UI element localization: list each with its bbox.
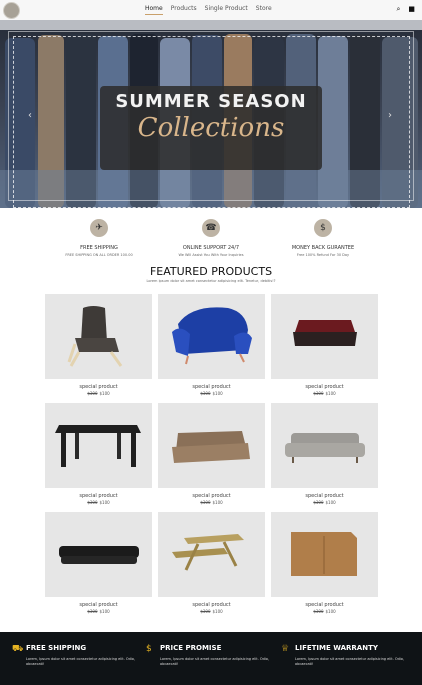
leather-sofa-image: [59, 546, 139, 564]
footer-text: Lorem, Ipsum dolor sit amet consectetur …: [160, 657, 270, 666]
old-price: $300: [87, 500, 98, 505]
chevron-right-icon[interactable]: ›: [388, 110, 392, 121]
product-name: special product: [79, 384, 118, 390]
product-card-grey-sofa[interactable]: [271, 403, 378, 488]
price: $100: [212, 391, 223, 396]
picnic-table-image: [172, 534, 244, 571]
old-price: $300: [313, 391, 324, 396]
price: $100: [99, 391, 110, 396]
product-card-bed[interactable]: [271, 294, 378, 379]
dollar-icon: $: [314, 219, 332, 237]
hero-title: SUMMER SEASON: [115, 91, 307, 112]
top-navbar: Home Products Single Product Store ⌕ ■: [0, 0, 422, 20]
product-card-brown-sofa[interactable]: [158, 403, 265, 488]
armchair-image: [67, 306, 123, 367]
feature-free-shipping: ✈ FREE SHIPPING FREE SHIPPING ON ALL ORD…: [39, 219, 159, 257]
grey-sofa-image: [285, 433, 365, 463]
hero-banner: SUMMER SEASON Collections ‹ ›: [0, 20, 422, 208]
dollar-icon: $: [146, 644, 152, 654]
product-price: $300 $100: [271, 500, 378, 505]
price: $100: [212, 500, 223, 505]
nav-link-products[interactable]: Products: [171, 5, 197, 15]
price: $100: [212, 609, 223, 614]
price: $100: [325, 391, 336, 396]
feature-title: ONLINE SUPPORT 24/7: [182, 245, 240, 251]
old-price: $300: [200, 609, 211, 614]
product-name: special product: [305, 602, 344, 608]
blue-armchair-image: [172, 307, 252, 365]
product-name: special product: [192, 493, 231, 499]
truck-icon: ✈: [90, 219, 108, 237]
product-card-blue-armchair[interactable]: [158, 294, 265, 379]
search-icon[interactable]: ⌕: [396, 5, 400, 14]
product-price: $300 $100: [45, 609, 152, 614]
product-card-table[interactable]: [45, 403, 152, 488]
feature-money-back: $ MONEY BACK GURANTEE Free 100% Refund F…: [263, 219, 383, 257]
feature-text: We Will Assist You With Your Inquiries: [178, 253, 244, 257]
product-card-leather-sofa[interactable]: [45, 512, 152, 597]
bed-image: [293, 320, 357, 346]
price: $100: [99, 609, 110, 614]
nav-link-store[interactable]: Store: [256, 5, 272, 15]
footer-text: Lorem, Ipsum dolor sit amet consectetur …: [295, 657, 405, 666]
footer-title: FREE SHIPPING: [26, 644, 87, 652]
old-price: $300: [313, 500, 324, 505]
product-price: $300 $100: [158, 391, 265, 396]
product-card-armchair[interactable]: [45, 294, 152, 379]
product-price: $300 $100: [45, 500, 152, 505]
chevron-left-icon[interactable]: ‹: [28, 110, 32, 121]
table-image: [55, 425, 141, 467]
nav-links: Home Products Single Product Store: [145, 5, 272, 15]
product-price: $300 $100: [271, 609, 378, 614]
truck-icon: ⛟: [12, 644, 24, 654]
phone-icon: ☎: [202, 219, 220, 237]
footer-text: Lorem, Ipsum dolor sit amet consectetur …: [26, 657, 136, 666]
product-card-cabinet[interactable]: [271, 512, 378, 597]
product-name: special product: [305, 384, 344, 390]
nav-link-home[interactable]: Home: [145, 5, 163, 15]
cart-icon[interactable]: ■: [408, 5, 415, 14]
old-price: $300: [200, 500, 211, 505]
feature-title: MONEY BACK GURANTEE: [291, 245, 355, 251]
footer-bar: ⛟ FREE SHIPPING Lorem, Ipsum dolor sit a…: [0, 632, 422, 685]
old-price: $300: [200, 391, 211, 396]
product-price: $300 $100: [158, 609, 265, 614]
product-price: $300 $100: [45, 391, 152, 396]
old-price: $300: [87, 609, 98, 614]
nav-link-single-product[interactable]: Single Product: [205, 5, 248, 15]
product-price: $300 $100: [158, 500, 265, 505]
old-price: $300: [87, 391, 98, 396]
logo[interactable]: [3, 2, 20, 19]
featured-title: FEATURED PRODUCTS: [149, 265, 273, 278]
price: $100: [325, 609, 336, 614]
hero-subtitle: Collections: [137, 113, 285, 143]
old-price: $300: [313, 609, 324, 614]
product-name: special product: [192, 384, 231, 390]
footer-title: PRICE PROMISE: [160, 644, 222, 652]
trophy-icon: ♕: [281, 644, 290, 654]
feature-text: FREE SHIPPING ON ALL ORDER 100.00: [65, 253, 133, 257]
cabinet-image: [291, 532, 357, 576]
featured-subtitle: Lorem ipsum dolor sit amet consectetur a…: [146, 279, 276, 283]
footer-title: LIFETIME WARRANTY: [295, 644, 378, 652]
product-name: special product: [79, 493, 118, 499]
price: $100: [99, 500, 110, 505]
product-name: special product: [79, 602, 118, 608]
product-name: special product: [192, 602, 231, 608]
brown-sofa-image: [172, 431, 250, 463]
product-name: special product: [305, 493, 344, 499]
feature-text: Free 100% Refund For 30 Day: [296, 253, 350, 257]
feature-title: FREE SHIPPING: [80, 245, 118, 251]
price: $100: [325, 500, 336, 505]
product-card-picnic-table[interactable]: [158, 512, 265, 597]
features-row: ✈ FREE SHIPPING FREE SHIPPING ON ALL ORD…: [0, 219, 422, 261]
product-price: $300 $100: [271, 391, 378, 396]
feature-online-support: ☎ ONLINE SUPPORT 24/7 We Will Assist You…: [151, 219, 271, 257]
